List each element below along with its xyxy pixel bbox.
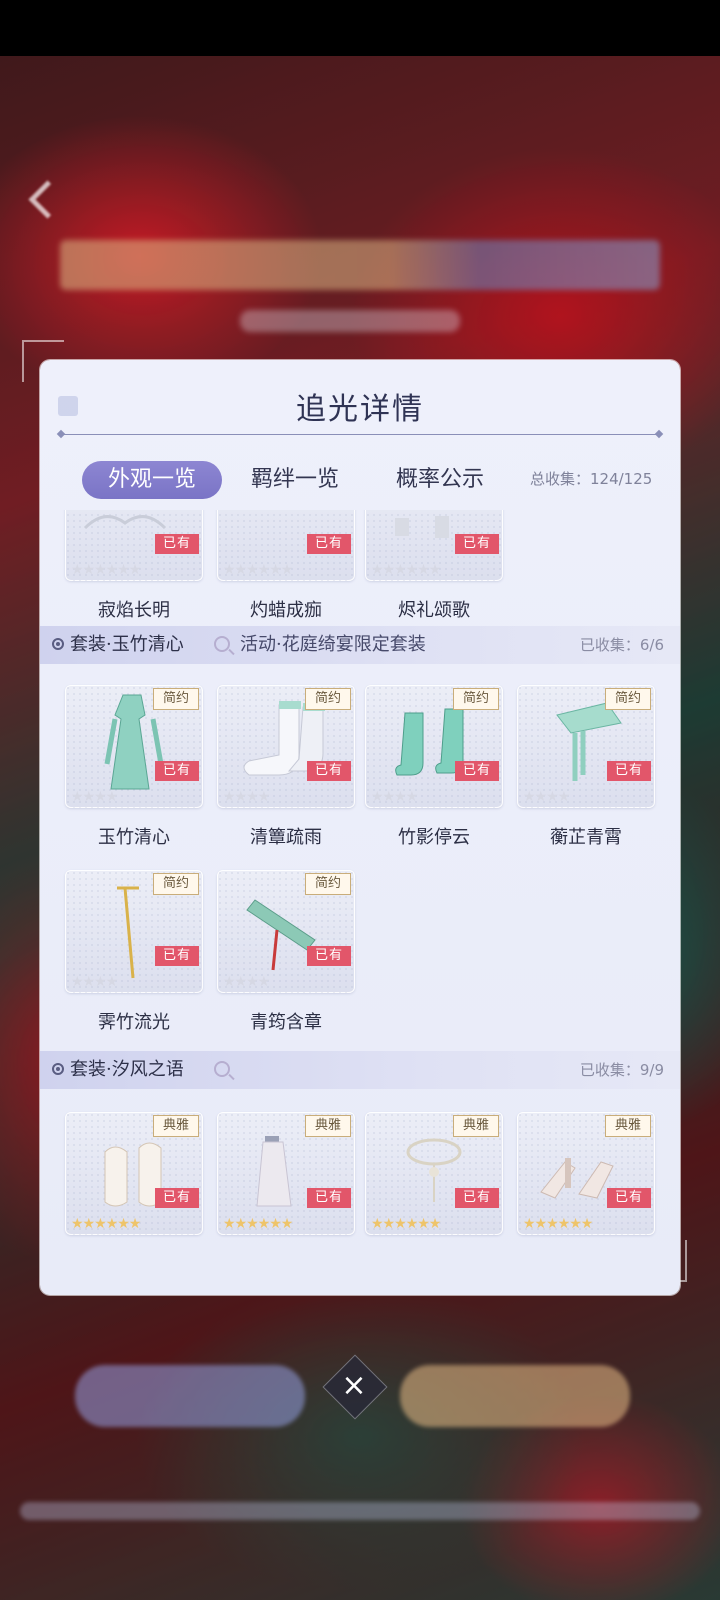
- owned-badge: 已有: [455, 534, 499, 554]
- item-card[interactable]: 已有 ★★★★★★: [65, 510, 203, 581]
- star-rating: ★★★★★★: [223, 562, 293, 578]
- background-caption: [240, 310, 460, 332]
- owned-badge: 已有: [307, 1188, 351, 1208]
- divider-diamond-icon: [56, 429, 66, 439]
- item-card-yuzhu-staff[interactable]: 简约 已有 ★★★★: [65, 870, 203, 993]
- section-header-yuzhu: 套装·玉竹清心 活动·花庭绮宴限定套装 已收集：6/6: [40, 626, 680, 664]
- item-list[interactable]: 已有 ★★★★★★ 已有 ★★★★★★ 已有 ★★★★★★ 寂焰长明 灼蜡成痂 …: [40, 510, 680, 1295]
- item-name: 烬礼颂歌: [398, 600, 470, 621]
- item-name: 清簟疏雨: [250, 827, 322, 848]
- title-divider: [60, 434, 660, 435]
- style-badge: 简约: [305, 688, 351, 710]
- section-header-xifeng: 套装·汐风之语 已收集：9/9: [40, 1051, 680, 1089]
- style-badge: 典雅: [153, 1115, 199, 1137]
- item-card[interactable]: 已有 ★★★★★★: [217, 510, 355, 581]
- owned-badge: 已有: [155, 761, 199, 781]
- section-title: 套装·玉竹清心: [70, 634, 184, 655]
- item-card-xifeng-hairpin[interactable]: 典雅 已有 ★★★★★★: [217, 1112, 355, 1235]
- status-bar: [0, 0, 720, 56]
- star-rating: ★★★★: [371, 789, 418, 805]
- item-card-yuzhu-cape[interactable]: 简约 已有 ★★★★: [517, 685, 655, 808]
- style-badge: 典雅: [453, 1115, 499, 1137]
- owned-badge: 已有: [307, 946, 351, 966]
- style-badge: 简约: [305, 873, 351, 895]
- item-card-xifeng-necklace[interactable]: 典雅 已有 ★★★★★★: [365, 1112, 503, 1235]
- background-banner: [60, 240, 660, 290]
- back-arrow-icon: [28, 180, 67, 219]
- owned-badge: 已有: [455, 1188, 499, 1208]
- owned-badge: 已有: [155, 534, 199, 554]
- star-rating: ★★★★: [71, 789, 118, 805]
- background-bottom-strip: [20, 1502, 700, 1520]
- tab-probability[interactable]: 概率公示: [385, 461, 495, 499]
- item-name: 灼蜡成痂: [250, 600, 322, 621]
- owned-badge: 已有: [307, 534, 351, 554]
- star-rating: ★★★★★★: [223, 1216, 293, 1232]
- section-count: 已收集：9/9: [579, 1061, 664, 1079]
- section-bullet-icon: [52, 1063, 64, 1075]
- item-card-yuzhu-socks[interactable]: 简约 已有 ★★★★: [217, 685, 355, 808]
- star-rating: ★★★★: [523, 789, 570, 805]
- item-card-xifeng-gloves[interactable]: 典雅 已有 ★★★★★★: [65, 1112, 203, 1235]
- style-badge: 简约: [453, 688, 499, 710]
- background-left-button: [75, 1365, 305, 1427]
- divider-diamond-icon: [654, 429, 664, 439]
- item-card[interactable]: 已有 ★★★★★★: [365, 510, 503, 581]
- item-name: 竹影停云: [398, 827, 470, 848]
- item-card-yuzhu-boots[interactable]: 简约 已有 ★★★★: [365, 685, 503, 808]
- owned-badge: 已有: [307, 761, 351, 781]
- owned-badge: 已有: [607, 761, 651, 781]
- item-name: 寂焰长明: [98, 600, 170, 621]
- tab-bonds[interactable]: 羁绊一览: [240, 461, 350, 499]
- star-rating: ★★★★★★: [71, 1216, 141, 1232]
- total-collection: 总收集：124/125: [530, 470, 653, 488]
- item-card-yuzhu-dress[interactable]: 简约 已有 ★★★★: [65, 685, 203, 808]
- owned-badge: 已有: [155, 946, 199, 966]
- star-rating: ★★★★: [223, 789, 270, 805]
- style-badge: 典雅: [605, 1115, 651, 1137]
- owned-badge: 已有: [455, 761, 499, 781]
- item-card-xifeng-shoes[interactable]: 典雅 已有 ★★★★★★: [517, 1112, 655, 1235]
- star-rating: ★★★★★★: [523, 1216, 593, 1232]
- item-name: 青筠含章: [250, 1012, 322, 1033]
- style-badge: 典雅: [305, 1115, 351, 1137]
- item-name: 霁竹流光: [98, 1012, 170, 1033]
- star-rating: ★★★★: [71, 974, 118, 990]
- style-badge: 简约: [605, 688, 651, 710]
- detail-panel: 追光详情 外观一览 羁绊一览 概率公示 总收集：124/125 已有 ★★★★★…: [40, 360, 680, 1295]
- search-icon[interactable]: [214, 636, 230, 652]
- owned-badge: 已有: [155, 1188, 199, 1208]
- owned-badge: 已有: [607, 1188, 651, 1208]
- star-rating: ★★★★★★: [71, 562, 141, 578]
- tab-appearance[interactable]: 外观一览: [82, 461, 222, 499]
- section-source: 活动·花庭绮宴限定套装: [240, 634, 426, 655]
- section-count: 已收集：6/6: [579, 636, 664, 654]
- section-title: 套装·汐风之语: [70, 1059, 184, 1080]
- star-rating: ★★★★★★: [371, 562, 441, 578]
- item-card-yuzhu-flute[interactable]: 简约 已有 ★★★★: [217, 870, 355, 993]
- panel-title: 追光详情: [296, 392, 424, 427]
- style-badge: 简约: [153, 688, 199, 710]
- style-badge: 简约: [153, 873, 199, 895]
- star-rating: ★★★★★★: [371, 1216, 441, 1232]
- background-right-button: [400, 1365, 630, 1427]
- item-name: 玉竹清心: [98, 827, 170, 848]
- item-name: 蘅芷青霄: [550, 827, 622, 848]
- section-bullet-icon: [52, 638, 64, 650]
- search-icon[interactable]: [214, 1061, 230, 1077]
- star-rating: ★★★★: [223, 974, 270, 990]
